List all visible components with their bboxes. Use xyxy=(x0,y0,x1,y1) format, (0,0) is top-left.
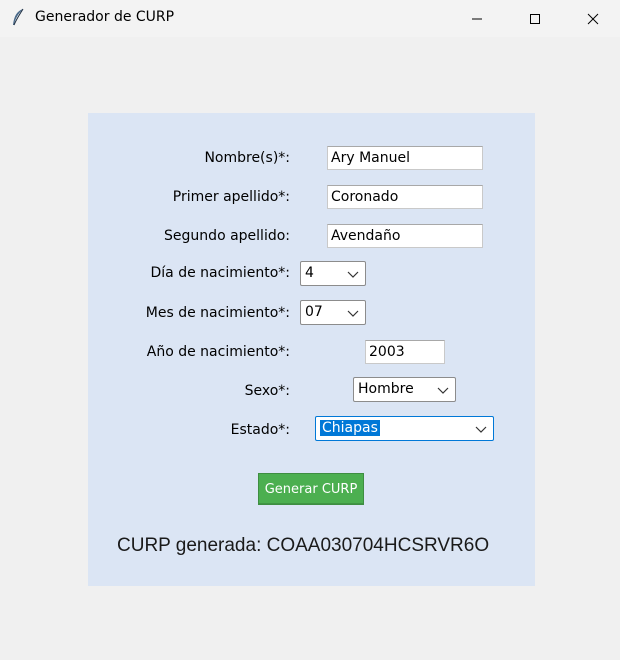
chevron-down-icon xyxy=(437,387,449,394)
chevron-down-icon xyxy=(347,271,359,278)
nombre-field[interactable]: Ary Manuel xyxy=(327,146,483,170)
estado-label: Estado*: xyxy=(230,422,290,438)
generar-curp-button[interactable]: Generar CURP xyxy=(258,473,364,505)
anio-field[interactable]: 2003 xyxy=(365,340,445,364)
segundo-apellido-field[interactable]: Avendaño xyxy=(327,224,483,248)
dia-select[interactable]: 4 xyxy=(300,261,366,286)
primer-apellido-field[interactable]: Coronado xyxy=(327,185,483,209)
nombre-label: Nombre(s)*: xyxy=(204,150,290,166)
dia-value: 4 xyxy=(305,265,314,281)
close-button[interactable] xyxy=(564,0,620,37)
maximize-button[interactable] xyxy=(506,0,564,37)
close-icon xyxy=(587,13,599,24)
dia-label: Día de nacimiento*: xyxy=(150,265,290,281)
minimize-button[interactable] xyxy=(448,0,506,37)
window-title: Generador de CURP xyxy=(35,9,175,25)
sexo-select[interactable]: Hombre xyxy=(353,377,456,402)
chevron-down-icon xyxy=(347,310,359,317)
mes-select[interactable]: 07 xyxy=(300,300,366,325)
maximize-icon xyxy=(530,13,540,24)
mes-label: Mes de nacimiento*: xyxy=(145,305,290,321)
title-bar: Generador de CURP xyxy=(0,0,620,37)
feather-icon xyxy=(13,8,24,26)
primer-apellido-label: Primer apellido*: xyxy=(172,189,290,205)
sexo-label: Sexo*: xyxy=(244,383,290,399)
mes-value: 07 xyxy=(305,304,323,320)
chevron-down-icon xyxy=(475,426,487,433)
anio-label: Año de nacimiento*: xyxy=(146,344,290,360)
sexo-value: Hombre xyxy=(358,381,414,397)
estado-select[interactable]: Chiapas xyxy=(315,416,494,441)
estado-value: Chiapas xyxy=(320,420,380,436)
curp-result: CURP generada: COAA030704HCSRVR6O xyxy=(117,535,490,556)
minimize-icon xyxy=(472,18,482,19)
segundo-apellido-label: Segundo apellido: xyxy=(164,228,290,244)
